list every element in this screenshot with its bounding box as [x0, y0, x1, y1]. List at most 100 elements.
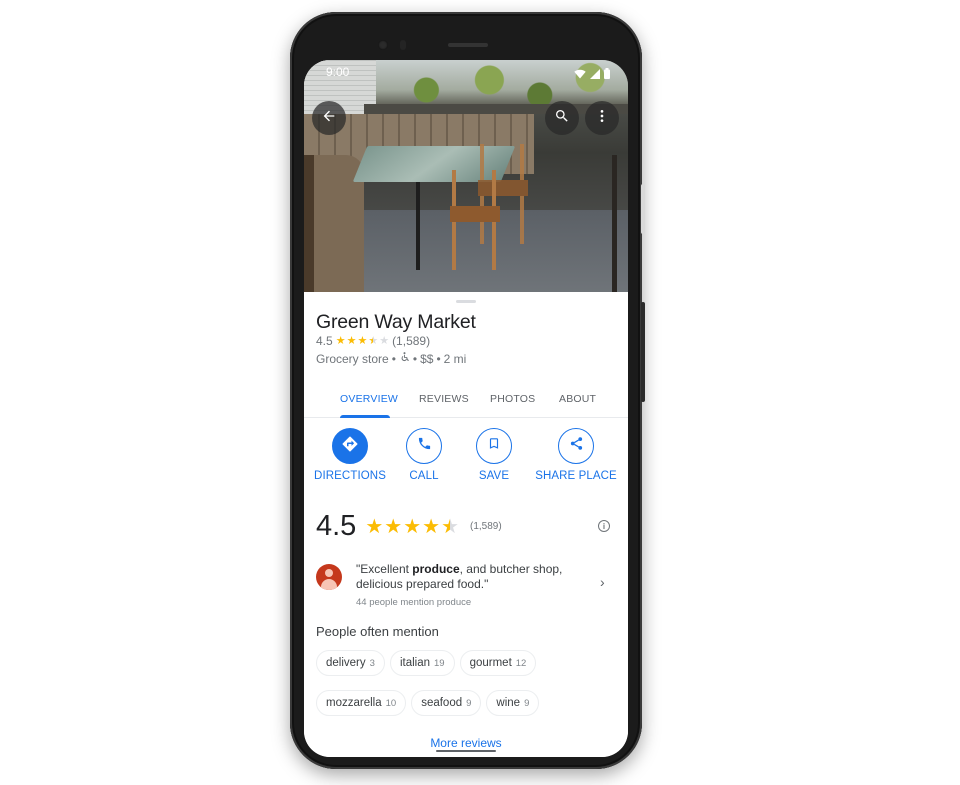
mention-chips: delivery 3 italian 19 gourmet 12 mozzare…: [316, 650, 616, 730]
mention-chip-italian[interactable]: italian 19: [389, 650, 455, 676]
directions-icon: [341, 435, 359, 458]
sheet-drag-handle[interactable]: [456, 300, 476, 303]
status-icons: [574, 66, 610, 84]
quote-keyword: produce: [412, 562, 460, 576]
more-options-button[interactable]: [585, 101, 619, 135]
save-circle: [476, 428, 512, 464]
save-label: SAVE: [478, 470, 510, 482]
chip-count: 3: [369, 657, 375, 669]
wifi-icon: [574, 66, 586, 84]
place-distance: 2 mi: [443, 351, 467, 366]
place-bottom-sheet: Green Way Market 4.5 ★ ★ ★ ★ ★ (1,589) G…: [304, 294, 628, 757]
search-button[interactable]: [545, 101, 579, 135]
status-time: 9:00: [326, 65, 350, 79]
chip-count: 19: [434, 657, 445, 669]
photo-railing: [612, 155, 617, 292]
place-price: $$: [420, 351, 434, 366]
more-reviews-link[interactable]: More reviews: [304, 736, 628, 750]
chip-count: 9: [466, 697, 472, 709]
status-bar: 9:00: [304, 60, 628, 84]
avatar-head: [325, 569, 333, 577]
meta-separator: •: [412, 351, 418, 366]
arrow-back-icon: [321, 108, 337, 129]
save-button[interactable]: SAVE: [476, 428, 512, 482]
call-button[interactable]: CALL: [406, 428, 442, 482]
place-rating-row[interactable]: 4.5 ★ ★ ★ ★ ★ (1,589): [316, 334, 430, 348]
tab-photos[interactable]: PHOTOS: [490, 393, 535, 405]
chip-label: italian: [399, 657, 430, 669]
star-half-icon: ★: [368, 334, 379, 347]
rating-summary-score: 4.5: [316, 510, 357, 542]
chip-row: mozzarella 10 seafood 9 wine 9: [316, 690, 616, 716]
rating-summary[interactable]: 4.5 ★ ★ ★ ★ ★ (1,589): [316, 510, 502, 543]
directions-button[interactable]: DIRECTIONS: [314, 428, 386, 482]
place-review-count: (1,589): [392, 334, 431, 348]
reviewer-avatar: [316, 564, 342, 590]
chip-count: 12: [515, 657, 527, 669]
review-highlight[interactable]: "Excellent produce, and butcher shop, de…: [316, 562, 616, 614]
home-gesture-bar[interactable]: [436, 750, 496, 752]
bookmark-icon: [487, 436, 501, 456]
tab-reviews[interactable]: REVIEWS: [419, 393, 469, 405]
review-quote: "Excellent produce, and butcher shop, de…: [356, 562, 586, 592]
place-hero-photo[interactable]: 9:00: [304, 60, 628, 292]
mention-count: 44 people mention produce: [356, 597, 472, 608]
star-full-icon: ★: [384, 515, 403, 538]
chip-label: gourmet: [469, 657, 512, 669]
info-icon[interactable]: i: [598, 520, 610, 532]
avatar-body: [321, 579, 337, 590]
chip-count: 9: [524, 697, 530, 709]
chip-label: mozzarella: [326, 697, 382, 709]
active-tab-indicator: [340, 415, 390, 418]
star-full-icon: ★: [365, 515, 384, 538]
mention-chip-gourmet[interactable]: gourmet 12: [459, 650, 537, 676]
mention-chip-seafood[interactable]: seafood 9: [411, 690, 482, 716]
star-full-icon: ★: [346, 334, 357, 347]
place-category: Grocery store: [316, 351, 389, 366]
volume-rocker: [641, 302, 645, 402]
photo-table-leg: [416, 180, 420, 270]
call-circle: [406, 428, 442, 464]
place-meta-row: Grocery store • • $$ • 2 mi: [316, 351, 466, 366]
people-often-mention-title: People often mention: [316, 624, 439, 639]
battery-icon: [604, 66, 610, 84]
phone-icon: [417, 436, 432, 456]
rating-summary-count: (1,589): [470, 521, 502, 532]
directions-label: DIRECTIONS: [314, 470, 386, 482]
share-place-label: SHARE PLACE: [535, 470, 617, 482]
tab-overview[interactable]: OVERVIEW: [340, 393, 398, 405]
front-camera: [378, 40, 388, 50]
mention-chip-mozzarella[interactable]: mozzarella 10: [316, 690, 407, 716]
chip-label: seafood: [421, 697, 463, 709]
back-button[interactable]: [312, 101, 346, 135]
chevron-right-icon: ›: [600, 574, 605, 590]
tab-about[interactable]: ABOUT: [559, 393, 596, 405]
star-full-icon: ★: [357, 334, 368, 347]
more-vert-icon: [594, 108, 610, 129]
meta-separator: •: [436, 351, 441, 366]
proximity-sensor: [400, 40, 406, 50]
share-place-button[interactable]: SHARE PLACE: [535, 428, 617, 482]
earpiece-speaker: [448, 43, 488, 47]
action-buttons: DIRECTIONS CALL SAVE SHARE PLACE: [304, 428, 628, 492]
place-title: Green Way Market: [316, 311, 476, 333]
photo-chair-seat: [450, 206, 500, 222]
phone-screen: 9:00 Green Way Market 4.5 ★ ★ ★ ★ ★ (1,5…: [304, 60, 628, 757]
star-full-icon: ★: [422, 515, 441, 538]
share-icon: [569, 436, 584, 456]
meta-separator: •: [391, 351, 396, 366]
signal-icon: [590, 66, 600, 84]
mention-chip-wine[interactable]: wine 9: [486, 690, 540, 716]
star-half-icon: ★: [441, 515, 460, 538]
power-button: [641, 184, 645, 234]
phone-device: 9:00 Green Way Market 4.5 ★ ★ ★ ★ ★ (1,5…: [290, 12, 645, 769]
share-circle: [558, 428, 594, 464]
quote-text: "Excellent: [356, 562, 413, 576]
place-rating-stars: ★ ★ ★ ★ ★: [336, 334, 390, 347]
mention-chip-delivery[interactable]: delivery 3: [316, 650, 385, 676]
chip-label: wine: [496, 697, 521, 709]
place-tabs: OVERVIEW REVIEWS PHOTOS ABOUT: [304, 386, 628, 418]
star-full-icon: ★: [403, 515, 422, 538]
search-icon: [554, 108, 570, 129]
star-empty-icon: ★: [379, 334, 390, 347]
